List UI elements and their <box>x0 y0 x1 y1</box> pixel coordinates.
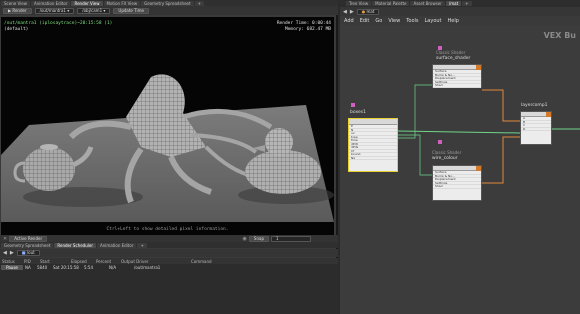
network-tab[interactable]: Asset Browser <box>410 1 445 6</box>
render-toolbar: ▶ Render /out/mantra1 ▾ /obj/cam1 ▾ Upda… <box>0 6 338 15</box>
node-flag-icon <box>351 103 355 107</box>
node-header-flag <box>546 112 551 117</box>
col-start[interactable]: Start <box>38 259 69 264</box>
network-menubar: Add Edit Go View Tools Layout Help <box>340 16 580 25</box>
network-path-row: ◀ ▶ ● mat <box>340 7 580 16</box>
table-cell: Sat 20:15:58 <box>53 264 79 270</box>
network-canvas[interactable]: VEX Bu Classic Shader surface_shader Sur… <box>340 25 580 314</box>
camera-select[interactable]: /obj/cam1 ▾ <box>77 7 111 14</box>
add-tab-button[interactable]: + <box>462 1 472 6</box>
table-cell: /out/mantra1 <box>134 264 161 270</box>
node-output: Ng <box>349 157 397 160</box>
add-tab-button[interactable]: + <box>137 242 147 248</box>
pause-button[interactable]: Pause <box>1 264 23 270</box>
node-type-label: Classic Shader <box>436 50 466 55</box>
col-percent[interactable]: Percent <box>94 259 119 264</box>
node-wire-colour[interactable]: Surface Bump & No... Displacement Settin… <box>432 165 482 201</box>
bottom-path-row: ◀ ▶ ■ /out <box>0 249 338 257</box>
snap-button[interactable]: Snap <box>248 235 269 242</box>
col-command[interactable]: Command <box>189 259 289 264</box>
node-header-flag <box>476 65 481 70</box>
render-stats: Render Time: 0:00:44 Memory: 682.47 MB <box>277 21 331 33</box>
network-pane: Tree View Material Palette Asset Browser/m… <box>340 0 580 314</box>
snap-index-field[interactable]: 1 <box>271 235 311 242</box>
node-boxes[interactable]: P N uv type time dPdt dPds Cf bound Ng <box>348 118 398 172</box>
node-input: D <box>521 128 551 131</box>
node-surface-shader[interactable]: Surface Bump & No... Displacement Settin… <box>432 64 482 88</box>
menu-layout[interactable]: Layout <box>425 18 442 24</box>
node-type-label: Classic Shader <box>432 150 462 155</box>
bottom-tab[interactable]: Animation Editor <box>96 242 137 248</box>
menu-view[interactable]: View <box>388 18 400 24</box>
pixel-info-hint: Ctrl+Left to show detailed pixel informa… <box>106 227 229 232</box>
node-input: Shad <box>433 84 481 88</box>
forward-icon[interactable]: ▶ <box>10 250 14 256</box>
pane-tab[interactable]: Geometry Spreadsheet <box>141 0 194 6</box>
table-cell: 5:54 <box>84 264 93 270</box>
node-name-label[interactable]: boxes1 <box>350 110 366 115</box>
back-icon[interactable]: ◀ <box>343 9 347 15</box>
menu-edit[interactable]: Edit <box>360 18 370 24</box>
render-controls-bar: ✕ Active Render ◉ Snap 1 <box>0 235 338 242</box>
back-icon[interactable]: ◀ <box>3 250 7 256</box>
bottom-tab[interactable]: Render Scheduler <box>54 242 96 248</box>
menu-help[interactable]: Help <box>448 18 459 24</box>
snapshot-icon[interactable]: ◉ <box>243 236 247 242</box>
pane-tab[interactable]: Motion FX View <box>103 0 141 6</box>
active-render-button[interactable]: Active Render <box>9 235 48 242</box>
table-cell: N/A <box>109 264 117 270</box>
node-header-flag <box>476 166 481 171</box>
network-tab[interactable]: /mat <box>445 1 462 6</box>
render-viewport[interactable]: /out/mantra1 (iplosaytrace)~20:15:58 (1)… <box>1 17 334 235</box>
add-tab-button[interactable]: + <box>194 0 204 6</box>
menu-go[interactable]: Go <box>375 18 382 24</box>
node-name-label[interactable]: layercomp1 <box>521 103 548 108</box>
network-tabbar: Tree View Material Palette Asset Browser/m… <box>340 0 580 7</box>
pane-tab[interactable]: Scene View <box>1 0 30 6</box>
close-icon[interactable]: ✕ <box>3 236 7 242</box>
node-input: Shad <box>433 185 481 189</box>
menu-add[interactable]: Add <box>344 18 354 24</box>
table-cell: 5840 <box>37 264 48 270</box>
node-flag-icon <box>438 140 442 144</box>
node-name-label[interactable]: wire_colour <box>432 156 458 161</box>
bottom-tabbar: Geometry Spreadsheet Render Scheduler Anim… <box>0 242 338 248</box>
node-name-label[interactable]: surface_shader <box>436 56 470 61</box>
bottom-path-field[interactable]: ■ /out <box>16 250 40 256</box>
pane-tab[interactable]: Render View <box>71 0 103 6</box>
pane-tab[interactable]: Animation Editor <box>30 0 71 6</box>
render-button[interactable]: ▶ Render <box>3 7 32 14</box>
bottom-tab[interactable]: Geometry Spreadsheet <box>1 242 54 248</box>
update-time-button[interactable]: Update Time <box>113 7 149 14</box>
render-target-select[interactable]: /out/mantra1 ▾ <box>34 7 75 14</box>
render-path-text: /out/mantra1 (iplosaytrace)~20:15:58 (1) <box>4 21 113 26</box>
menu-tools[interactable]: Tools <box>406 18 418 24</box>
forward-icon[interactable]: ▶ <box>350 9 354 15</box>
render-pane: Scene View Animation Editor Render View Mot… <box>0 0 338 314</box>
table-row[interactable]: Pause NA 5840 Sat 20:15:58 5:54 N/A /out… <box>0 264 338 270</box>
table-header: Status PID Start Elapsed Percent Output … <box>0 258 338 264</box>
col-output-driver[interactable]: Output Driver <box>119 259 189 264</box>
col-pid[interactable]: PID <box>22 259 38 264</box>
table-cell: NA <box>25 264 31 270</box>
network-tab[interactable]: Tree View <box>346 1 372 6</box>
render-scheduler-table: Status PID Start Elapsed Percent Output … <box>0 258 338 314</box>
node-layercomp[interactable]: A B C D <box>520 111 552 145</box>
memory-text: Memory: 682.47 MB <box>284 27 331 32</box>
render-image <box>1 74 334 222</box>
col-elapsed[interactable]: Elapsed <box>69 259 94 264</box>
network-path-field[interactable]: ● mat <box>356 8 380 15</box>
render-subline: (default) <box>4 27 29 32</box>
col-status[interactable]: Status <box>0 259 22 264</box>
network-tab[interactable]: Material Palette <box>372 1 410 6</box>
